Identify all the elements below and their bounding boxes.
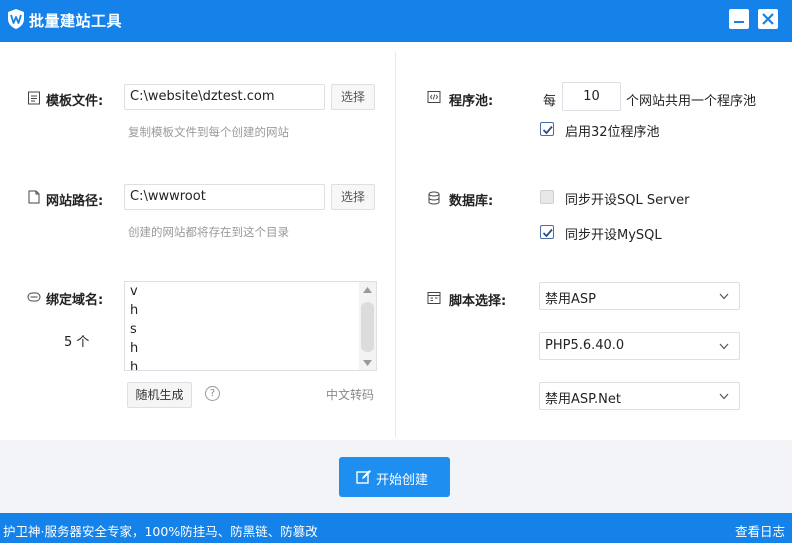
sqlserver-label: 同步开设SQL Server (565, 193, 690, 208)
check-icon (542, 228, 553, 238)
document-icon (28, 91, 40, 105)
app-pool-prefix: 每 (543, 94, 557, 109)
status-text: 护卫神·服务器安全专家，100%防挂马、防黑链、防篡改 (3, 524, 318, 539)
site-path-input[interactable]: C:\wwwroot (124, 184, 325, 210)
site-path-label: 网站路径: (46, 194, 104, 209)
aspnet-select-value: 禁用ASP.Net (545, 392, 621, 407)
domain-lines: v h s h h (130, 282, 139, 371)
chevron-down-icon (719, 393, 729, 400)
asp-select[interactable]: 禁用ASP (539, 282, 740, 310)
title-bar: 批量建站工具 (0, 0, 792, 42)
script-icon (427, 292, 441, 304)
edit-icon (356, 470, 371, 484)
file-icon (28, 190, 40, 204)
view-log-link[interactable]: 查看日志 (735, 521, 785, 540)
aspnet-select[interactable]: 禁用ASP.Net (539, 382, 740, 410)
mysql-checkbox[interactable] (540, 225, 554, 239)
window-title: 批量建站工具 (29, 12, 123, 30)
check-icon (542, 125, 553, 135)
code-icon (427, 91, 441, 103)
domain-count: 5 个 (64, 335, 90, 350)
template-hint: 复制模板文件到每个创建的网站 (128, 125, 289, 139)
domains-scrollbar[interactable] (359, 282, 376, 370)
domains-label: 绑定域名: (46, 293, 104, 308)
minimize-icon (734, 21, 744, 23)
scroll-thumb[interactable] (361, 302, 374, 352)
database-label: 数据库: (449, 194, 494, 209)
domain-line: h (130, 360, 139, 371)
column-divider (395, 52, 396, 437)
domain-line: v (130, 284, 138, 299)
close-button[interactable] (758, 9, 778, 29)
domain-line: s (130, 322, 137, 337)
mysql-label: 同步开设MySQL (565, 228, 662, 243)
app-pool-label: 程序池: (449, 94, 494, 109)
scroll-down-icon[interactable] (363, 360, 372, 366)
shield-logo-icon (8, 9, 24, 29)
status-bar: 护卫神·服务器安全专家，100%防挂马、防黑链、防篡改 查看日志 (0, 513, 792, 543)
chevron-down-icon (719, 293, 729, 300)
sqlserver-checkbox[interactable] (540, 190, 554, 204)
template-choose-button[interactable]: 选择 (331, 84, 375, 110)
script-label: 脚本选择: (449, 294, 507, 309)
app-pool-count-input[interactable]: 10 (562, 82, 621, 111)
domain-line: h (130, 303, 139, 318)
app-pool-suffix: 个网站共用一个程序池 (626, 94, 757, 109)
start-create-label: 开始创建 (376, 473, 429, 488)
template-path-input[interactable]: C:\website\dztest.com (124, 84, 325, 110)
minimize-button[interactable] (729, 9, 749, 29)
domains-textarea[interactable]: v h s h h (124, 281, 377, 371)
enable-32bit-label: 启用32位程序池 (565, 125, 660, 140)
site-path-hint: 创建的网站都将存在到这个目录 (128, 225, 289, 239)
start-create-button[interactable]: 开始创建 (339, 457, 450, 497)
close-icon (762, 13, 774, 25)
domain-icon (27, 292, 41, 302)
chinese-encode-link[interactable]: 中文转码 (326, 386, 374, 403)
random-generate-button[interactable]: 随机生成 (127, 382, 192, 408)
help-icon[interactable]: ? (205, 386, 220, 401)
enable-32bit-checkbox[interactable] (540, 122, 554, 136)
chevron-down-icon (719, 343, 729, 350)
php-select-value: PHP5.6.40.0 (545, 338, 625, 353)
template-label: 模板文件: (46, 94, 104, 109)
asp-select-value: 禁用ASP (545, 292, 596, 307)
php-select[interactable]: PHP5.6.40.0 (539, 332, 740, 360)
domain-line: h (130, 341, 139, 356)
site-path-choose-button[interactable]: 选择 (331, 184, 375, 210)
database-icon (428, 191, 440, 205)
scroll-up-icon[interactable] (363, 287, 372, 293)
